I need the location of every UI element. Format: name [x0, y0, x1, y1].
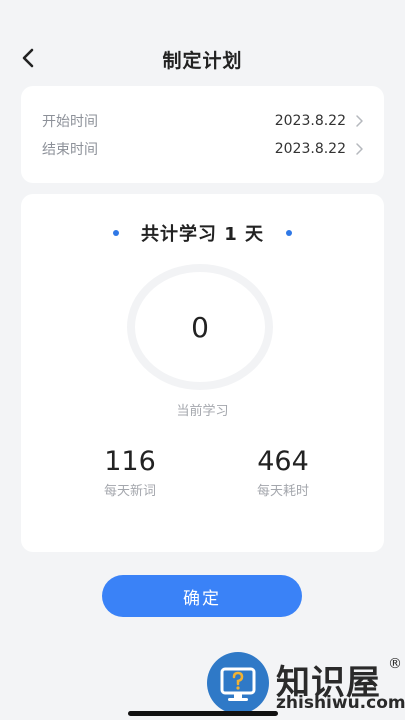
status-bar-area: [0, 0, 405, 32]
dot-icon: [112, 230, 119, 236]
plan-total-days: 共计学习 1 天: [140, 224, 265, 245]
start-date-row[interactable]: 开始时间 2023.8.22: [42, 109, 364, 133]
home-indicator: [128, 711, 278, 716]
daily-words-stat: 116 每天新词: [70, 446, 190, 499]
back-button[interactable]: [14, 44, 42, 72]
end-date-label: 结束时间: [42, 142, 98, 158]
daily-words-value: 116: [104, 446, 156, 477]
chevron-right-icon: [356, 115, 363, 127]
chevron-right-icon: [356, 143, 363, 155]
watermark-registered: ®: [388, 656, 402, 672]
start-date-label: 开始时间: [42, 114, 98, 130]
end-date-row[interactable]: 结束时间 2023.8.22: [42, 137, 364, 161]
end-date-value: 2023.8.22: [274, 141, 346, 157]
daily-time-caption: 每天耗时: [256, 484, 309, 499]
start-date-value: 2023.8.22: [274, 113, 346, 129]
dot-icon: [286, 230, 293, 236]
page-title: 制定计划: [162, 49, 243, 72]
date-card: 开始时间 2023.8.22 结束时间 2023.8.22: [21, 86, 384, 183]
current-study-caption: 当前学习: [176, 404, 229, 419]
daily-words-caption: 每天新词: [103, 484, 156, 499]
monitor-question-icon: [220, 667, 256, 701]
plan-summary: 共计学习 1 天: [21, 220, 384, 246]
nav-header: 制定计划: [0, 32, 405, 86]
daily-time-value: 464: [257, 446, 309, 477]
chevron-left-icon: [22, 48, 34, 68]
watermark-logo: [207, 652, 269, 714]
plan-card: 共计学习 1 天 0 当前学习 116 每天新词 464 每天耗时: [21, 194, 384, 552]
watermark-domain: zhishiwu.com: [276, 693, 405, 713]
daily-time-stat: 464 每天耗时: [223, 446, 343, 499]
progress-ring: 0: [125, 264, 275, 390]
confirm-button[interactable]: 确定: [102, 575, 302, 617]
current-study-value: 0: [191, 310, 209, 344]
